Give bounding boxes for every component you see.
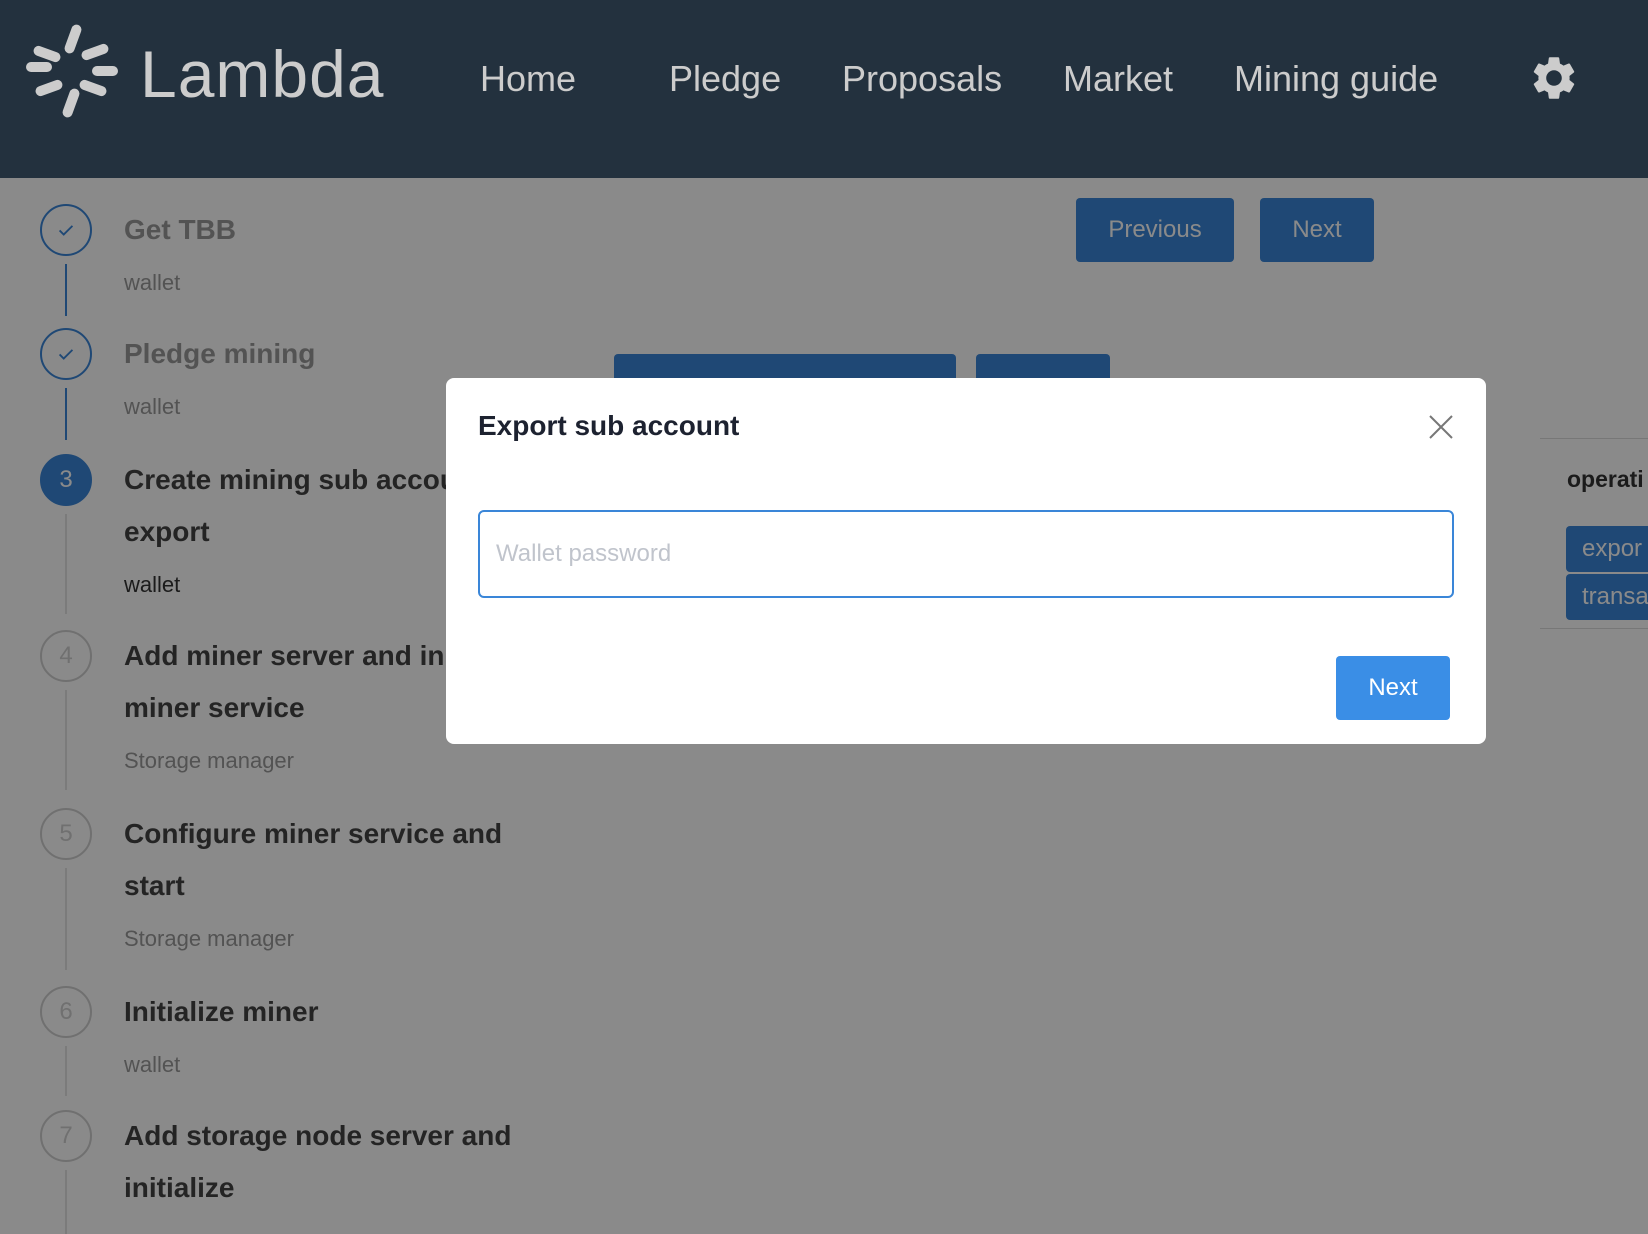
header-dim <box>0 0 1648 178</box>
page: Lambda Home Pledge Proposals Market Mini… <box>0 0 1648 1234</box>
export-sub-account-dialog: Export sub account Next <box>446 378 1486 744</box>
dialog-title: Export sub account <box>478 410 740 441</box>
dialog-next-button[interactable]: Next <box>1336 656 1450 720</box>
close-icon[interactable] <box>1426 412 1456 442</box>
wallet-password-input[interactable] <box>478 510 1454 598</box>
